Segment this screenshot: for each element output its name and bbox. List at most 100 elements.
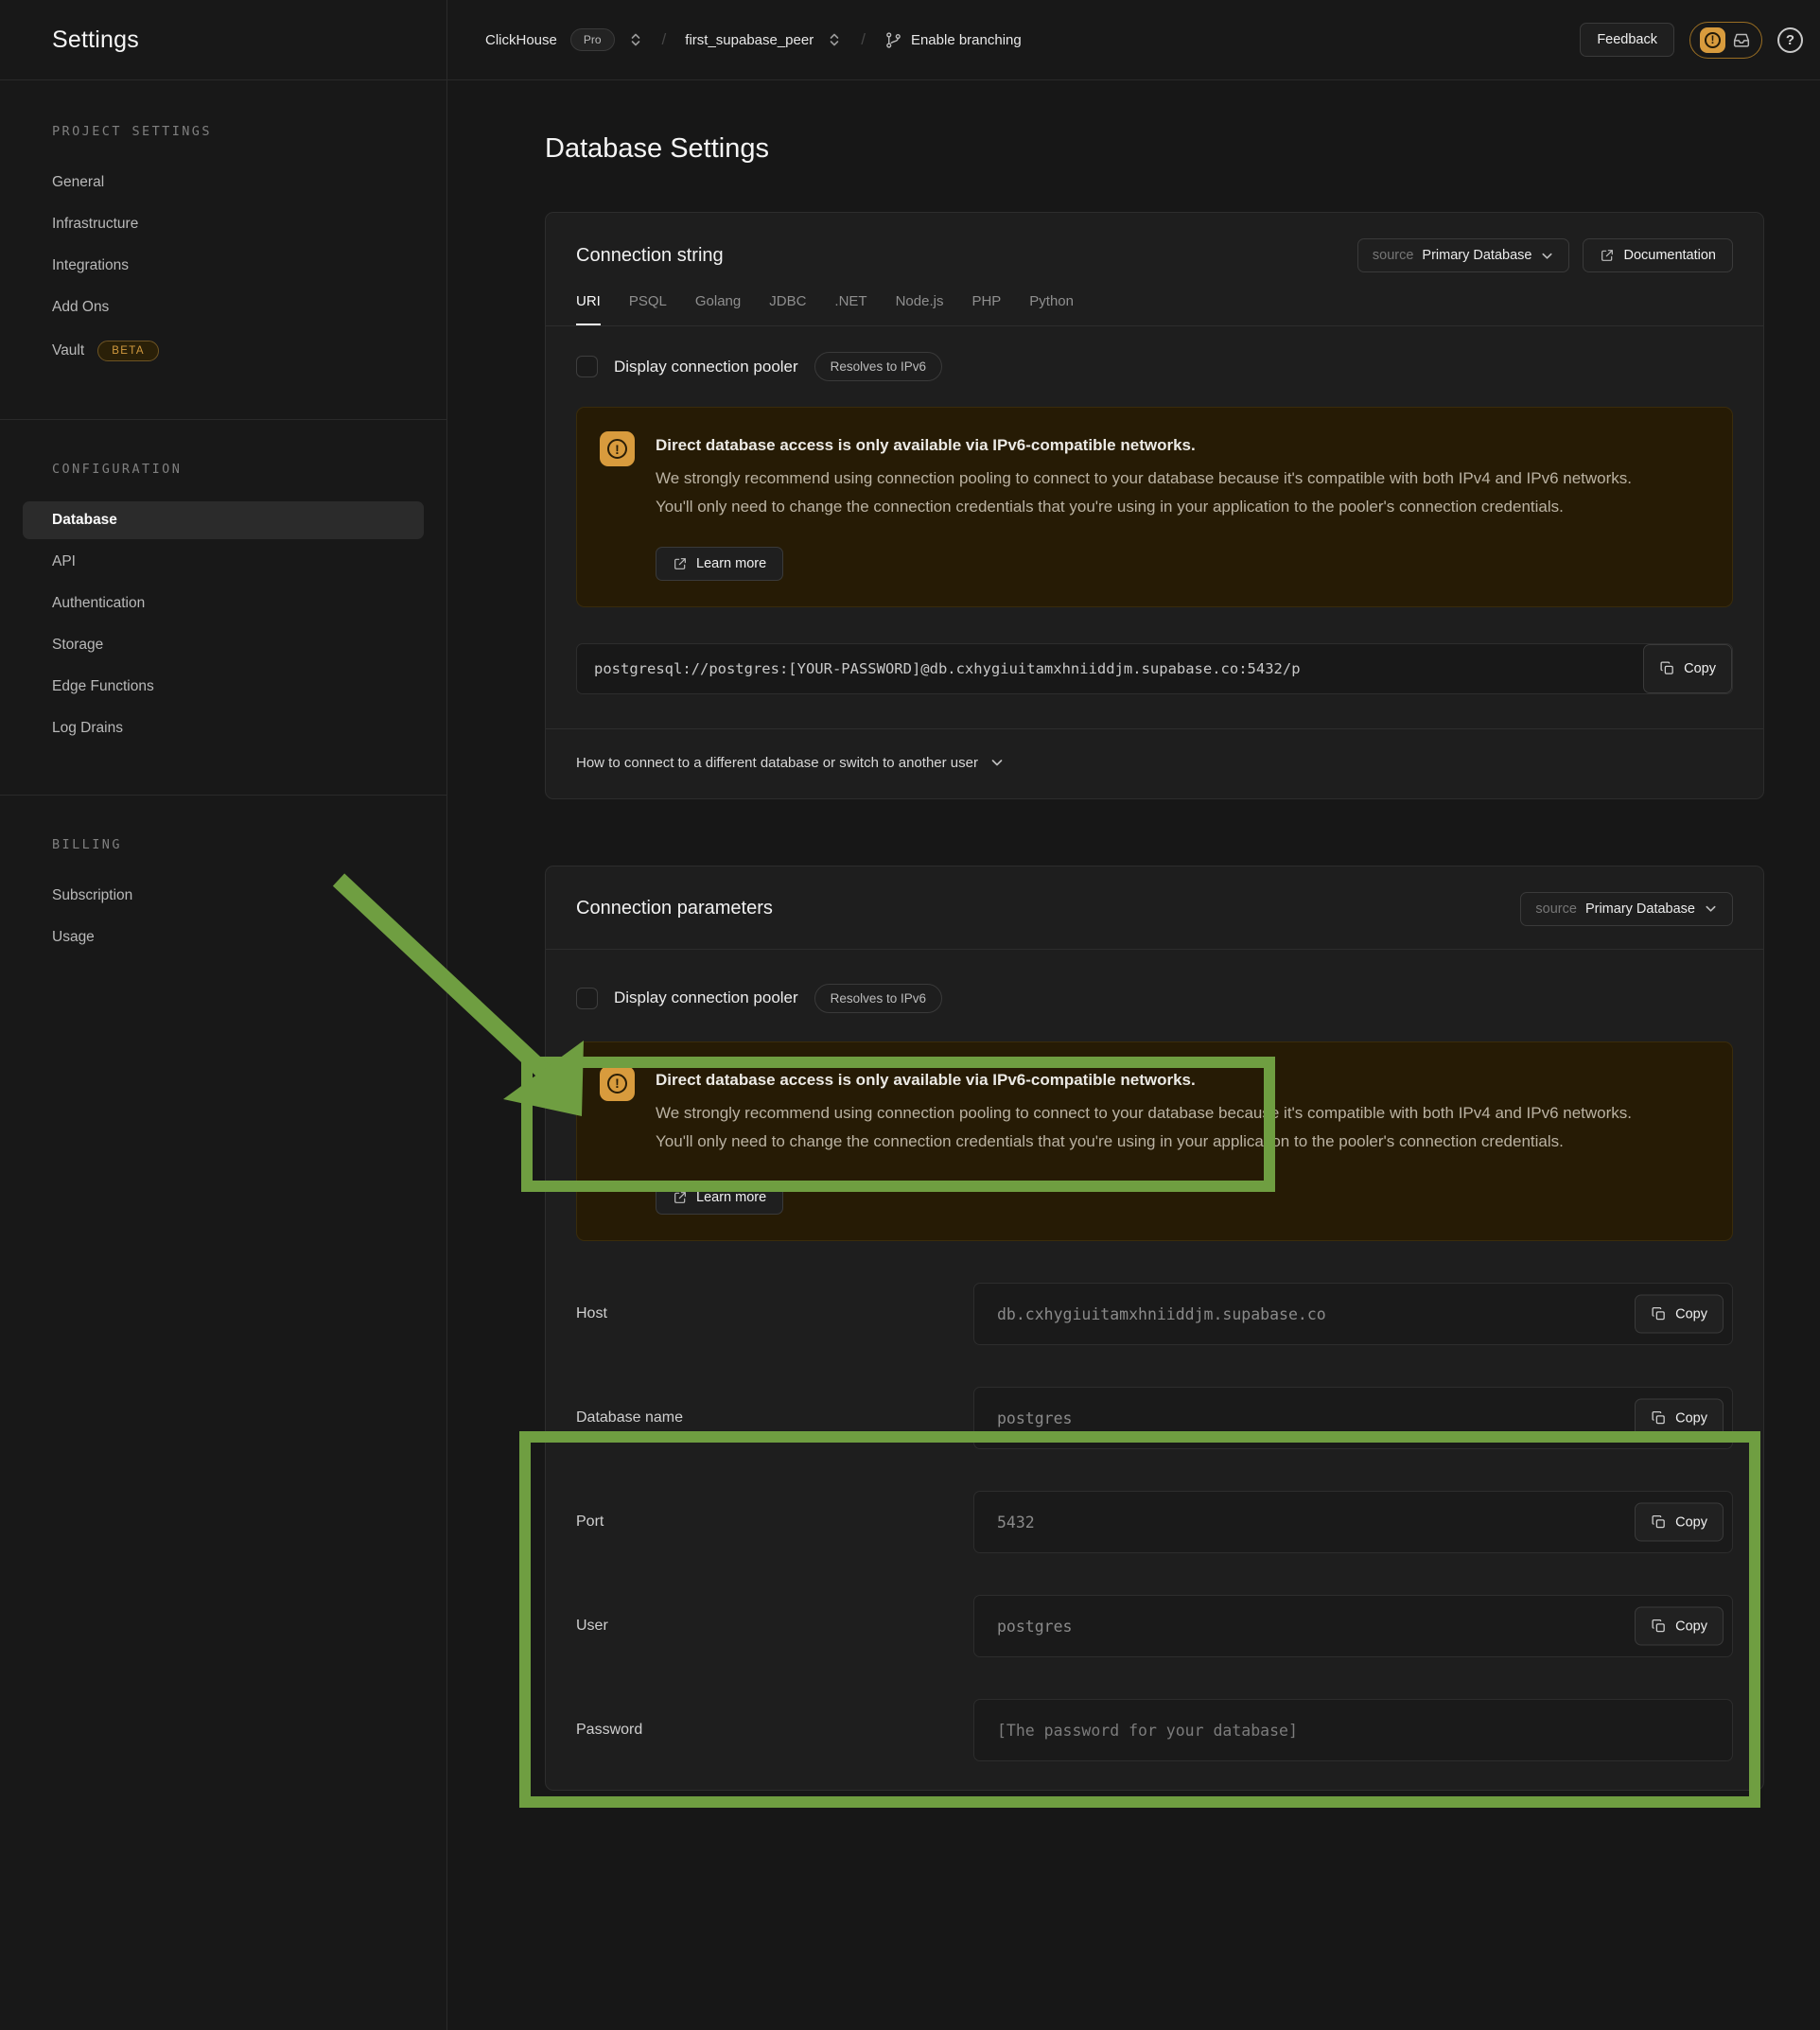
project-switcher-button[interactable] xyxy=(827,32,842,47)
sidebar-item-log-drains[interactable]: Log Drains xyxy=(23,709,424,747)
field-label: Host xyxy=(576,1305,973,1322)
copy-host-button[interactable]: Copy xyxy=(1635,1295,1724,1334)
notice-body: We strongly recommend using connection p… xyxy=(656,464,1649,522)
connection-string-footer: How to connect to a different database o… xyxy=(546,728,1763,798)
sidebar-item-authentication[interactable]: Authentication xyxy=(23,585,424,622)
breadcrumb: ClickHouse Pro / first_supabase_peer / E… xyxy=(447,0,1580,79)
connection-string-tabs: URI PSQL Golang JDBC .NET Node.js PHP Py… xyxy=(546,272,1763,326)
tab-uri[interactable]: URI xyxy=(576,293,601,325)
database-name-input[interactable] xyxy=(973,1387,1733,1449)
beta-badge: BETA xyxy=(97,341,159,361)
connection-string-header: Connection string source Primary Databas… xyxy=(546,213,1763,272)
alert-icon: ! xyxy=(1700,27,1725,53)
tab-dotnet[interactable]: .NET xyxy=(834,293,866,325)
org-switcher-button[interactable] xyxy=(628,32,643,47)
connection-parameters-card: Connection parameters source Primary Dat… xyxy=(545,866,1764,1792)
ipv6-notice: ! Direct database access is only availab… xyxy=(576,1041,1733,1242)
connection-string-card: Connection string source Primary Databas… xyxy=(545,212,1764,799)
pooler-row: Display connection pooler Resolves to IP… xyxy=(576,984,1733,1013)
group-label: CONFIGURATION xyxy=(23,462,424,477)
copy-icon xyxy=(1659,660,1675,676)
sidebar-item-usage[interactable]: Usage xyxy=(23,919,424,956)
feedback-button[interactable]: Feedback xyxy=(1580,23,1674,57)
breadcrumb-project[interactable]: first_supabase_peer xyxy=(685,32,814,48)
chevron-down-icon[interactable] xyxy=(989,755,1005,770)
help-button[interactable]: ? xyxy=(1777,27,1803,53)
field-label: User xyxy=(576,1618,973,1635)
ipv6-notice: ! Direct database access is only availab… xyxy=(576,407,1733,607)
connection-parameters-header: Connection parameters source Primary Dat… xyxy=(546,866,1763,950)
sidebar-item-database[interactable]: Database xyxy=(23,501,424,539)
connection-uri-value[interactable]: postgresql://postgres:[YOUR-PASSWORD]@db… xyxy=(576,643,1733,694)
sidebar-item-edge-functions[interactable]: Edge Functions xyxy=(23,668,424,706)
learn-more-button[interactable]: Learn more xyxy=(656,1181,783,1215)
alert-icon: ! xyxy=(600,431,635,466)
how-to-connect-link[interactable]: How to connect to a different database o… xyxy=(576,755,978,771)
alert-icon: ! xyxy=(600,1066,635,1101)
breadcrumb-separator: / xyxy=(855,30,871,49)
tab-jdbc[interactable]: JDBC xyxy=(769,293,806,325)
user-row: User Copy xyxy=(576,1595,1733,1657)
top-bar: Settings ClickHouse Pro / first_supabase… xyxy=(0,0,1820,80)
card-title: Connection parameters xyxy=(576,898,773,919)
breadcrumb-separator: / xyxy=(656,30,673,49)
external-link-icon xyxy=(673,556,688,571)
tab-psql[interactable]: PSQL xyxy=(629,293,667,325)
chevrons-up-down-icon xyxy=(827,32,842,47)
tab-python[interactable]: Python xyxy=(1029,293,1074,325)
chevron-down-icon xyxy=(1704,901,1718,916)
notifications-button[interactable]: ! xyxy=(1689,22,1762,59)
main-content: Database Settings Connection string sour… xyxy=(447,80,1820,2030)
copy-database-name-button[interactable]: Copy xyxy=(1635,1399,1724,1438)
pooler-label: Display connection pooler xyxy=(614,989,798,1007)
notice-title: Direct database access is only available… xyxy=(656,436,1649,455)
source-select[interactable]: source Primary Database xyxy=(1520,892,1733,926)
resolves-to-ipv6-badge: Resolves to IPv6 xyxy=(814,984,942,1013)
sidebar-item-integrations[interactable]: Integrations xyxy=(23,247,424,285)
sidebar-group-billing: BILLING Subscription Usage xyxy=(0,795,446,1004)
external-link-icon xyxy=(1600,248,1615,263)
source-select[interactable]: source Primary Database xyxy=(1357,238,1570,272)
copy-uri-button[interactable]: Copy xyxy=(1643,644,1732,693)
sidebar-item-api[interactable]: API xyxy=(23,543,424,581)
copy-icon xyxy=(1651,1306,1667,1322)
copy-icon xyxy=(1651,1514,1667,1531)
port-row: Port Copy xyxy=(576,1491,1733,1553)
tab-php[interactable]: PHP xyxy=(971,293,1001,325)
sidebar-item-general[interactable]: General xyxy=(23,164,424,201)
user-input[interactable] xyxy=(973,1595,1733,1657)
password-row: Password xyxy=(576,1699,1733,1761)
group-label: PROJECT SETTINGS xyxy=(23,124,424,139)
copy-port-button[interactable]: Copy xyxy=(1635,1503,1724,1542)
display-connection-pooler-checkbox[interactable] xyxy=(576,988,598,1009)
field-label: Password xyxy=(576,1722,973,1739)
enable-branching-button[interactable]: Enable branching xyxy=(884,31,1022,49)
host-row: Host Copy xyxy=(576,1283,1733,1345)
breadcrumb-org[interactable]: ClickHouse xyxy=(485,32,557,48)
field-label: Database name xyxy=(576,1409,973,1426)
enable-branching-label: Enable branching xyxy=(911,32,1022,48)
chevron-down-icon xyxy=(1540,249,1554,263)
host-input[interactable] xyxy=(973,1283,1733,1345)
sidebar-item-add-ons[interactable]: Add Ons xyxy=(23,289,424,326)
field-label: Port xyxy=(576,1514,973,1531)
pooler-row: Display connection pooler Resolves to IP… xyxy=(576,352,1733,381)
sidebar-item-subscription[interactable]: Subscription xyxy=(23,877,424,915)
tab-nodejs[interactable]: Node.js xyxy=(896,293,944,325)
sidebar-item-vault[interactable]: Vault BETA xyxy=(23,330,424,372)
password-input[interactable] xyxy=(973,1699,1733,1761)
display-connection-pooler-checkbox[interactable] xyxy=(576,356,598,377)
sidebar-group-configuration: CONFIGURATION Database API Authenticatio… xyxy=(0,419,446,795)
documentation-button[interactable]: Documentation xyxy=(1583,238,1733,272)
learn-more-button[interactable]: Learn more xyxy=(656,547,783,581)
notice-title: Direct database access is only available… xyxy=(656,1071,1649,1090)
pooler-label: Display connection pooler xyxy=(614,358,798,376)
resolves-to-ipv6-badge: Resolves to IPv6 xyxy=(814,352,942,381)
port-input[interactable] xyxy=(973,1491,1733,1553)
notice-body: We strongly recommend using connection p… xyxy=(656,1099,1649,1157)
sidebar-group-project-settings: PROJECT SETTINGS General Infrastructure … xyxy=(0,124,446,419)
sidebar-item-infrastructure[interactable]: Infrastructure xyxy=(23,205,424,243)
copy-user-button[interactable]: Copy xyxy=(1635,1607,1724,1646)
sidebar-item-storage[interactable]: Storage xyxy=(23,626,424,664)
tab-golang[interactable]: Golang xyxy=(695,293,741,325)
